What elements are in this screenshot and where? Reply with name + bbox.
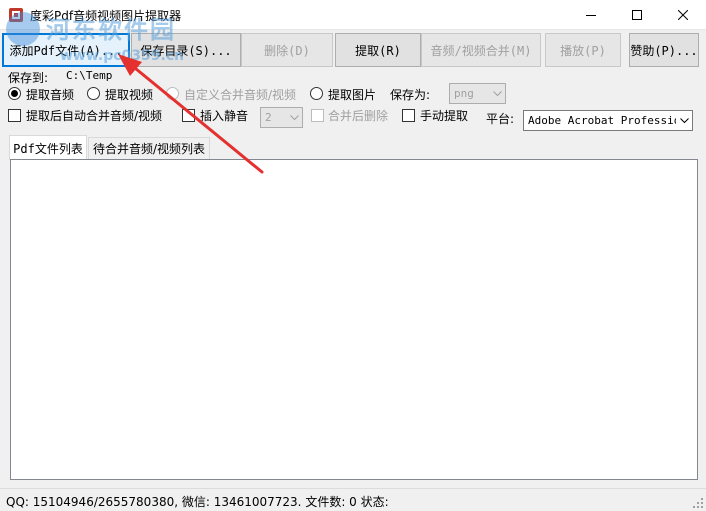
close-icon: [678, 10, 688, 20]
play-button[interactable]: 播放(P): [545, 33, 621, 67]
platform-select[interactable]: Adobe Acrobat Professional: [523, 110, 693, 131]
chevron-down-icon: [289, 114, 299, 120]
maximize-button[interactable]: [614, 0, 660, 30]
minimize-button[interactable]: [568, 0, 614, 30]
delete-after-merge-label: 合并后删除: [328, 109, 389, 123]
manual-extract-label[interactable]: 手动提取: [420, 107, 468, 124]
platform-value: Adobe Acrobat Professional: [528, 114, 676, 127]
pdf-file-list[interactable]: [10, 159, 698, 480]
watermark-url: www.pc0359.cn: [60, 48, 185, 64]
custom-merge-label: 自定义合并音频/视频: [184, 88, 297, 102]
extract-button[interactable]: 提取(R): [335, 33, 421, 67]
extract-video-radio[interactable]: [87, 87, 100, 100]
silence-seconds-select[interactable]: 2: [260, 107, 303, 128]
manual-extract-checkbox[interactable]: [402, 109, 415, 122]
save-format-select[interactable]: png: [449, 83, 506, 104]
tab-merge-list[interactable]: 待合并音频/视频列表: [88, 137, 210, 159]
maximize-icon: [632, 10, 642, 20]
extract-image-radio[interactable]: [310, 87, 323, 100]
extract-audio-label[interactable]: 提取音频: [26, 86, 74, 103]
chevron-down-icon: [679, 117, 689, 123]
close-button[interactable]: [660, 0, 706, 30]
delete-button[interactable]: 删除(D): [241, 33, 333, 67]
extract-video-label[interactable]: 提取视频: [105, 86, 153, 103]
watermark-logo-icon: [6, 12, 40, 46]
extract-image-label[interactable]: 提取图片: [328, 86, 376, 103]
extract-audio-radio[interactable]: [8, 87, 21, 100]
watermark-text: 河东软件园: [46, 15, 176, 44]
status-bar: QQ: 15104946/2655780380, 微信: 13461007723…: [0, 488, 706, 511]
save-as-label: 保存为:: [390, 88, 431, 102]
custom-merge-radio[interactable]: [166, 87, 179, 100]
insert-silence-label[interactable]: 插入静音: [200, 107, 248, 124]
status-text: QQ: 15104946/2655780380, 微信: 13461007723…: [6, 495, 389, 509]
auto-merge-checkbox[interactable]: [8, 109, 21, 122]
save-to-label: 保存到:: [8, 71, 49, 85]
donate-button[interactable]: 赞助(P)...: [629, 33, 699, 67]
silence-seconds-value: 2: [265, 111, 272, 124]
delete-after-merge-checkbox[interactable]: [311, 109, 324, 122]
save-format-value: png: [454, 87, 474, 100]
insert-silence-checkbox[interactable]: [182, 109, 195, 122]
save-path: C:\Temp: [66, 69, 113, 82]
platform-label: 平台:: [486, 112, 515, 126]
tab-pdf-file-list[interactable]: Pdf文件列表: [9, 135, 87, 160]
minimize-icon: [586, 15, 596, 16]
chevron-down-icon: [492, 90, 502, 96]
merge-button[interactable]: 音频/视频合并(M): [421, 33, 541, 67]
resize-grip-icon[interactable]: [692, 497, 704, 509]
auto-merge-label[interactable]: 提取后自动合并音频/视频: [26, 107, 162, 124]
